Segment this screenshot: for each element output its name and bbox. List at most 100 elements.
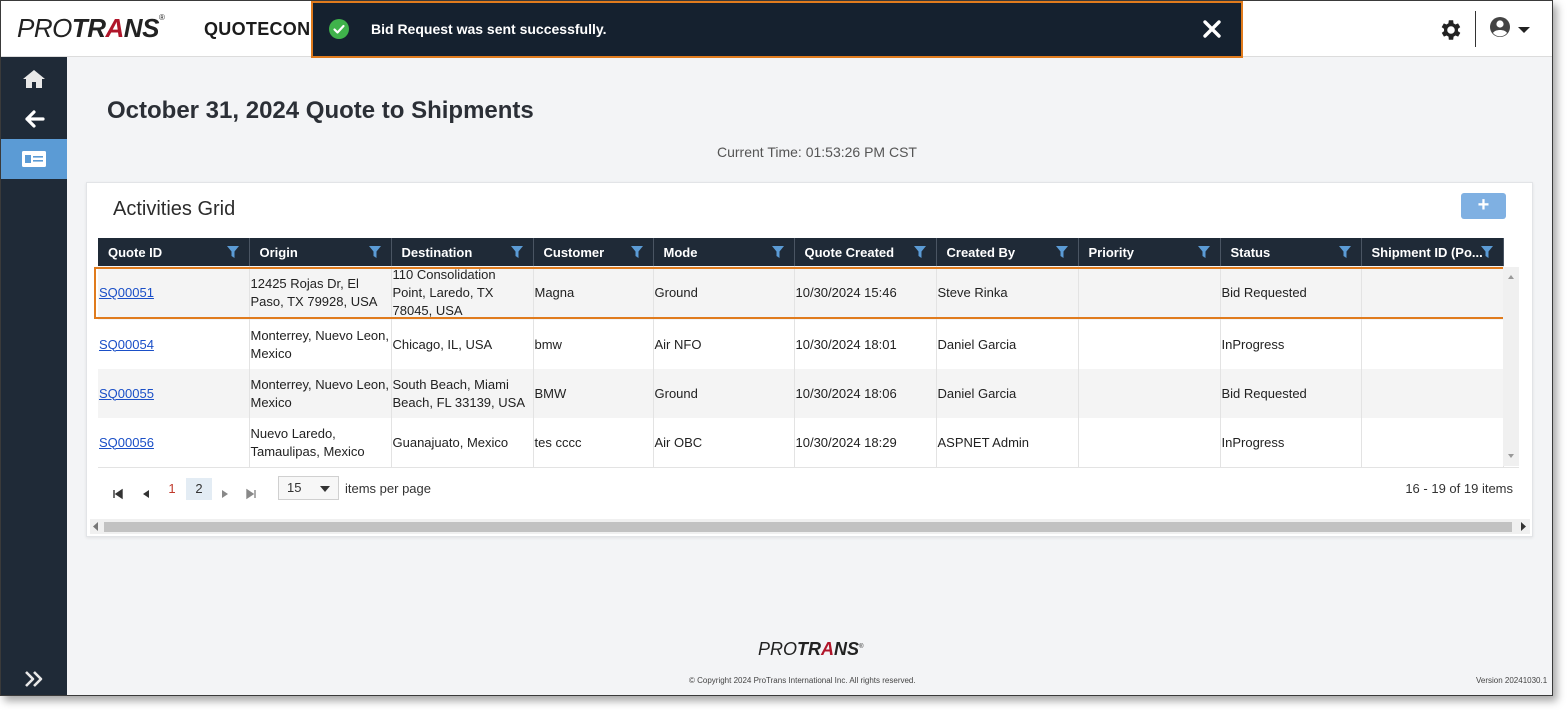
cell-status: InProgress (1220, 320, 1362, 369)
cell-mode: Air NFO (653, 320, 795, 369)
user-avatar-icon (1490, 17, 1530, 37)
column-header-created-by[interactable]: Created By (936, 238, 1079, 266)
cell-status: InProgress (1220, 418, 1362, 467)
cell-origin: Monterrey, Nuevo Leon, Mexico (249, 320, 392, 369)
app-window: PROTRANS® QUOTECONNI Bid Request was sen… (0, 0, 1553, 696)
page-title: October 31, 2024 Quote to Shipments (107, 97, 534, 124)
column-header-mode[interactable]: Mode (653, 238, 795, 266)
cell-quote-created: 10/30/2024 15:46 (794, 266, 937, 320)
header-divider (1475, 11, 1476, 47)
cell-quote-created: 10/30/2024 18:29 (794, 418, 937, 467)
filter-icon[interactable] (1055, 246, 1068, 258)
close-icon[interactable] (1201, 18, 1223, 40)
cell-quote-id: SQ00056 (98, 418, 250, 467)
prev-page-icon[interactable] (140, 483, 152, 505)
sidebar (1, 57, 67, 695)
cell-destination: Chicago, IL, USA (391, 320, 534, 369)
protrans-logo[interactable]: PROTRANS® (17, 13, 165, 44)
table-row[interactable]: SQ00054 Monterrey, Nuevo Leon, Mexico Ch… (98, 320, 1504, 369)
cell-quote-created: 10/30/2024 18:01 (794, 320, 937, 369)
filter-icon[interactable] (771, 246, 784, 258)
filter-icon[interactable] (1197, 246, 1210, 258)
cell-mode: Air OBC (653, 418, 795, 467)
panel-title: Activities Grid (113, 198, 236, 220)
quote-link[interactable]: SQ00051 (99, 285, 154, 300)
cell-quote-created: 10/30/2024 18:06 (794, 369, 937, 418)
toast-message: Bid Request was sent successfully. (371, 21, 607, 37)
current-time: Current Time: 01:53:26 PM CST (717, 144, 917, 160)
cell-priority (1078, 369, 1221, 418)
cell-customer: tes cccc (533, 418, 654, 467)
cell-customer: BMW (533, 369, 654, 418)
chevron-down-icon (320, 486, 330, 492)
table-row[interactable]: SQ00051 12425 Rojas Dr, El Paso, TX 7992… (98, 266, 1504, 320)
items-per-page-label: items per page (345, 481, 431, 496)
filter-icon[interactable] (226, 246, 239, 258)
filter-icon[interactable] (368, 246, 381, 258)
column-header-quote-id[interactable]: Quote ID (98, 238, 250, 266)
column-header-status[interactable]: Status (1220, 238, 1362, 266)
page-1-button[interactable]: 1 (163, 478, 181, 500)
pager-summary: 16 - 19 of 19 items (1405, 481, 1513, 496)
quote-link[interactable]: SQ00055 (99, 386, 154, 401)
sidebar-item-back[interactable] (1, 99, 67, 139)
cell-shipment-id (1361, 369, 1504, 418)
quote-link[interactable]: SQ00054 (99, 337, 154, 352)
home-icon (23, 70, 45, 88)
sidebar-item-home[interactable] (1, 59, 67, 99)
footer-logo: PROTRANS® (758, 639, 864, 659)
cell-created-by: ASPNET Admin (936, 418, 1079, 467)
cell-mode: Ground (653, 266, 795, 320)
double-chevron-right-icon[interactable] (23, 669, 45, 689)
grid-horizontal-scrollbar[interactable] (90, 519, 1530, 534)
filter-icon[interactable] (630, 246, 643, 258)
column-header-quote-created[interactable]: Quote Created (794, 238, 937, 266)
quote-card-icon (22, 151, 46, 167)
column-header-destination[interactable]: Destination (391, 238, 534, 266)
cell-priority (1078, 320, 1221, 369)
scrollbar-thumb[interactable] (104, 522, 1512, 532)
cell-shipment-id (1361, 320, 1504, 369)
filter-icon[interactable] (1480, 246, 1493, 258)
filter-icon[interactable] (1338, 246, 1351, 258)
filter-icon[interactable] (510, 246, 523, 258)
grid-vertical-scrollbar[interactable] (1503, 267, 1519, 466)
quote-link[interactable]: SQ00056 (99, 435, 154, 450)
first-page-icon[interactable] (112, 483, 124, 505)
gear-icon[interactable] (1438, 17, 1464, 43)
cell-created-by: Steve Rinka (936, 266, 1079, 320)
add-button[interactable]: + (1461, 193, 1506, 219)
column-header-priority[interactable]: Priority (1078, 238, 1221, 266)
cell-priority (1078, 266, 1221, 320)
cell-shipment-id (1361, 418, 1504, 467)
cell-quote-id: SQ00055 (98, 369, 250, 418)
cell-created-by: Daniel Garcia (936, 369, 1079, 418)
column-header-shipment-id[interactable]: Shipment ID (Po... (1361, 238, 1504, 266)
table-row[interactable]: SQ00056 Nuevo Laredo, Tamaulipas, Mexico… (98, 418, 1504, 467)
cell-destination: 110 Consolidation Point, Laredo, TX 7804… (391, 266, 534, 320)
version-text: Version 20241030.1 (1476, 676, 1548, 685)
cell-quote-id: SQ00051 (98, 266, 250, 320)
table-row[interactable]: SQ00055 Monterrey, Nuevo Leon, Mexico So… (98, 369, 1504, 418)
cell-created-by: Daniel Garcia (936, 320, 1079, 369)
page-size-select[interactable]: 15 (278, 476, 339, 500)
grid-header-row: Quote ID Origin Destination Customer Mod… (98, 238, 1504, 266)
cell-origin: 12425 Rojas Dr, El Paso, TX 79928, USA (249, 266, 392, 320)
sidebar-item-quotes[interactable] (1, 139, 67, 179)
activities-grid: Quote ID Origin Destination Customer Mod… (98, 238, 1504, 467)
cell-status: Bid Requested (1220, 369, 1362, 418)
cell-quote-id: SQ00054 (98, 320, 250, 369)
last-page-icon[interactable] (245, 483, 257, 505)
success-toast: Bid Request was sent successfully. (311, 1, 1243, 58)
cell-mode: Ground (653, 369, 795, 418)
column-header-origin[interactable]: Origin (249, 238, 392, 266)
page-2-button[interactable]: 2 (186, 478, 212, 500)
user-menu[interactable] (1488, 15, 1534, 43)
copyright-text: © Copyright 2024 ProTrans International … (689, 676, 916, 685)
filter-icon[interactable] (913, 246, 926, 258)
cell-destination: South Beach, Miami Beach, FL 33139, USA (391, 369, 534, 418)
column-header-customer[interactable]: Customer (533, 238, 654, 266)
cell-customer: Magna (533, 266, 654, 320)
cell-origin: Nuevo Laredo, Tamaulipas, Mexico (249, 418, 392, 467)
next-page-icon[interactable] (219, 483, 231, 505)
